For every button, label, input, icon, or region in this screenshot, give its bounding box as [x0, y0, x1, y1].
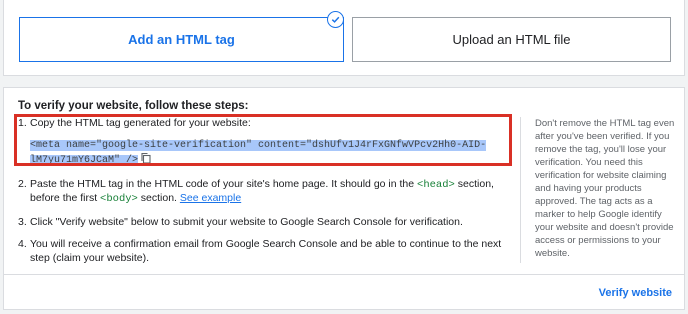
step-1: 1. Copy the HTML tag generated for your …	[14, 114, 512, 169]
body-tag: <body>	[100, 193, 138, 205]
step-4-text: You will receive a confirmation email fr…	[30, 238, 502, 264]
side-note: Don't remove the HTML tag even after you…	[535, 118, 675, 259]
add-html-tag-label: Add an HTML tag	[128, 32, 235, 47]
verify-website-button[interactable]: Verify website	[599, 287, 672, 299]
step-2: 2. Paste the HTML tag in the HTML code o…	[18, 178, 510, 207]
step-number: 3.	[18, 215, 27, 228]
step-3: 3. Click "Verify website" below to submi…	[18, 216, 510, 230]
head-tag: <head>	[417, 178, 455, 191]
highlight-box	[14, 114, 512, 166]
upload-html-file-option[interactable]: Upload an HTML file	[352, 17, 671, 62]
step-4: 4. You will receive a confirmation email…	[18, 238, 510, 265]
step-number: 1.	[18, 117, 27, 129]
footer-divider	[4, 274, 684, 275]
step-number: 2.	[18, 177, 27, 190]
upload-html-file-label: Upload an HTML file	[452, 32, 571, 47]
verification-steps-card: To verify your website, follow these ste…	[3, 87, 685, 310]
vertical-divider	[520, 117, 521, 263]
step-number: 4.	[18, 238, 27, 250]
steps-title: To verify your website, follow these ste…	[18, 100, 249, 112]
add-html-tag-option[interactable]: Add an HTML tag	[19, 17, 344, 62]
step-2-text-a: Paste the HTML tag in the HTML code of y…	[30, 177, 418, 190]
verification-method-card: Add an HTML tag Upload an HTML file	[3, 0, 685, 76]
check-circle-icon	[327, 11, 344, 28]
step-2-text-c: section.	[137, 192, 180, 204]
step-3-text: Click "Verify website" below to submit y…	[30, 215, 463, 228]
see-example-link[interactable]: See example	[180, 192, 241, 204]
steps-list: 1. Copy the HTML tag generated for your …	[14, 114, 512, 274]
